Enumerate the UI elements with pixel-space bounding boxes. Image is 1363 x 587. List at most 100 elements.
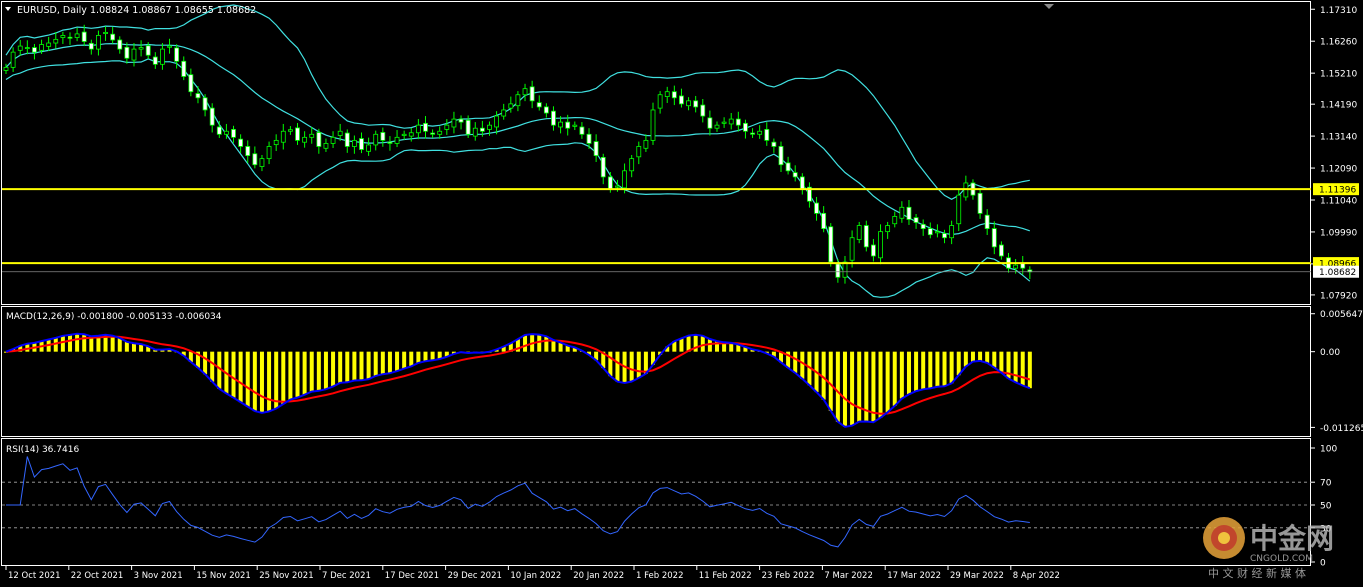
candle-body	[124, 46, 130, 59]
candle-body	[472, 127, 478, 137]
candle-body	[728, 118, 734, 125]
macd-histogram-bar	[850, 351, 855, 426]
candle-body	[607, 176, 613, 190]
time-tick-label: 3 Nov 2021	[134, 571, 183, 581]
candle-body	[337, 130, 343, 136]
macd-histogram-bar	[395, 351, 400, 372]
candle-body	[351, 139, 357, 147]
time-tick-label: 12 Oct 2021	[8, 571, 61, 581]
candle-body	[401, 133, 407, 136]
macd-histogram-bar	[878, 351, 883, 418]
macd-histogram-bar	[380, 351, 385, 375]
header-symbol: EURUSD, Daily	[17, 5, 87, 16]
candle-body	[593, 141, 599, 156]
candle-body	[828, 226, 834, 263]
price-tick-label: 1.13140	[1320, 133, 1357, 143]
time-tick-label: 25 Nov 2021	[259, 571, 313, 581]
candle-body	[359, 138, 364, 150]
candle-body	[792, 172, 798, 178]
time-tick-label: 29 Mar 2022	[950, 571, 1004, 581]
candle-body	[686, 100, 691, 107]
candle-body	[878, 231, 883, 259]
candle-body	[24, 47, 30, 49]
candle-body	[387, 141, 393, 144]
candle-body	[145, 45, 151, 56]
price-tick-label: 1.07920	[1320, 291, 1357, 301]
candle-body	[949, 225, 955, 239]
macd-histogram-bar	[252, 351, 257, 412]
candle-body	[849, 237, 855, 261]
macd-histogram-bar	[985, 351, 990, 363]
candle-body	[536, 102, 542, 108]
macd-histogram-bar	[892, 351, 897, 406]
candle-body	[430, 132, 436, 135]
macd-tick-label: 0.005647	[1320, 310, 1363, 320]
macd-histogram-bar	[537, 334, 542, 352]
trading-chart[interactable]: EURUSD, Daily 1.08824 1.08867 1.08655 1.…	[0, 0, 1363, 583]
candle-body	[103, 31, 108, 34]
price-tick-label: 1.15210	[1320, 70, 1357, 80]
candle-body	[778, 146, 784, 166]
candle-body	[935, 231, 940, 234]
candle-body	[494, 115, 499, 128]
candle-body	[373, 133, 379, 146]
price-tick-label: 1.16260	[1320, 38, 1357, 48]
cngold-logo-icon	[1203, 517, 1245, 559]
candle-body	[871, 244, 876, 257]
candle[interactable]	[828, 223, 834, 267]
candle-body	[280, 130, 286, 143]
candle-body	[209, 107, 215, 126]
macd-histogram-bar	[1020, 351, 1025, 386]
candle-body	[707, 117, 713, 129]
candle-body	[53, 38, 59, 44]
macd-histogram-bar	[956, 351, 961, 376]
candle-body	[515, 94, 521, 107]
macd-tick-label: 0.00	[1320, 348, 1340, 358]
candle-body	[117, 39, 123, 50]
candle-body	[366, 144, 372, 152]
time-tick-label: 17 Dec 2021	[385, 571, 439, 581]
macd-histogram-bar	[267, 351, 272, 412]
candle-body	[615, 185, 620, 188]
candle-body	[330, 136, 336, 144]
candle-body	[479, 127, 485, 132]
macd-histogram-bar	[1027, 351, 1032, 389]
rsi-tick-label: 70	[1320, 479, 1332, 489]
candle-body	[942, 233, 947, 239]
candle-body	[743, 122, 748, 132]
candle-body	[906, 206, 912, 220]
cngold-watermark: 中金网 CNGOLD.COM 中 文 财 经 新 媒 体	[1200, 510, 1360, 583]
time-tick-label: 15 Nov 2021	[196, 571, 250, 581]
candle-body	[39, 44, 44, 51]
candle-body	[586, 133, 592, 144]
candle-body	[899, 206, 905, 219]
macd-histogram-bar	[942, 351, 947, 387]
time-tick-label: 17 Mar 2022	[887, 571, 941, 581]
candle-body	[394, 136, 400, 144]
candle-body	[636, 146, 642, 158]
rsi-label: RSI(14) 36.7416	[6, 445, 79, 455]
watermark-site: CNGOLD.COM	[1250, 554, 1313, 564]
candle-body	[74, 33, 80, 38]
candle-body	[10, 51, 16, 68]
candle-body	[956, 194, 962, 225]
candle-body	[167, 45, 172, 48]
macd-histogram-bar	[523, 334, 528, 352]
candle-body	[252, 153, 258, 166]
macd-histogram-bar	[345, 351, 350, 383]
candle-body	[927, 228, 933, 236]
candle-body	[522, 88, 528, 96]
candle[interactable]	[863, 220, 869, 252]
time-tick-label: 7 Dec 2021	[322, 571, 371, 581]
candle-body	[152, 56, 158, 65]
candle-body	[295, 127, 300, 141]
candle-body	[323, 143, 329, 149]
candle-body	[444, 124, 450, 130]
macd-histogram-bar	[338, 351, 343, 383]
candle-body	[501, 109, 507, 117]
macd-histogram-bar	[793, 351, 798, 373]
macd-histogram-bar	[259, 351, 264, 413]
candle-body	[17, 45, 23, 51]
watermark-slogan: 中 文 财 经 新 媒 体	[1208, 566, 1306, 580]
macd-histogram-bar	[679, 338, 684, 352]
